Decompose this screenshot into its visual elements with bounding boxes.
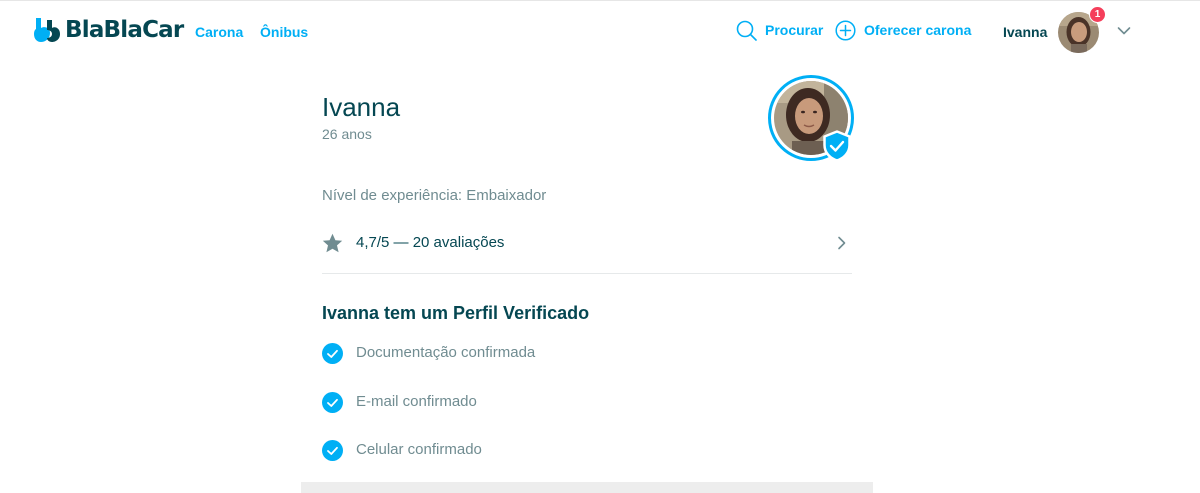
top-navbar: BlaBlaCar Carona Ônibus Procurar Oferece… (0, 0, 1200, 62)
verification-label: Documentação confirmada (356, 344, 536, 361)
offer-ride-button[interactable]: Oferecer carona (835, 20, 971, 41)
verified-profile-title: Ivanna tem um Perfil Verificado (322, 303, 590, 323)
verification-item-documents: Documentação confirmada (322, 342, 535, 364)
nav-carona-link[interactable]: Carona (195, 23, 243, 41)
profile-name: Ivanna (322, 92, 401, 122)
ratings-link[interactable]: 4,7/5 — 20 avaliações (322, 226, 852, 260)
nav-onibus-link[interactable]: Ônibus (260, 23, 308, 41)
verification-label: E-mail confirmado (356, 393, 477, 410)
check-circle-icon (322, 391, 343, 413)
rating-summary: 4,7/5 — 20 avaliações (356, 234, 505, 251)
profile-age: 26 anos (322, 126, 372, 142)
header-user-name[interactable]: Ivanna (1003, 23, 1047, 41)
chevron-right-icon (838, 236, 846, 250)
next-section-edge (301, 482, 873, 493)
search-button[interactable]: Procurar (736, 20, 823, 41)
verification-item-email: E-mail confirmado (322, 391, 477, 413)
chevron-down-icon[interactable] (1117, 26, 1131, 36)
section-divider (322, 273, 852, 274)
verification-label: Celular confirmado (356, 441, 482, 458)
notification-badge: 1 (1089, 6, 1106, 23)
experience-level: Nível de experiência: Embaixador (322, 187, 547, 204)
offer-ride-label: Oferecer carona (864, 22, 972, 38)
verified-shield-icon (823, 130, 851, 162)
search-icon (736, 20, 757, 41)
logo-icon (34, 18, 60, 42)
profile-avatar (768, 75, 854, 162)
search-label: Procurar (765, 22, 824, 38)
logo-text: BlaBlaCar (65, 17, 184, 43)
star-icon (322, 233, 343, 252)
check-circle-icon (322, 342, 343, 364)
verification-item-phone: Celular confirmado (322, 439, 482, 461)
check-circle-icon (322, 439, 343, 461)
blablacar-logo[interactable]: BlaBlaCar (33, 16, 184, 44)
plus-circle-icon (835, 20, 856, 41)
